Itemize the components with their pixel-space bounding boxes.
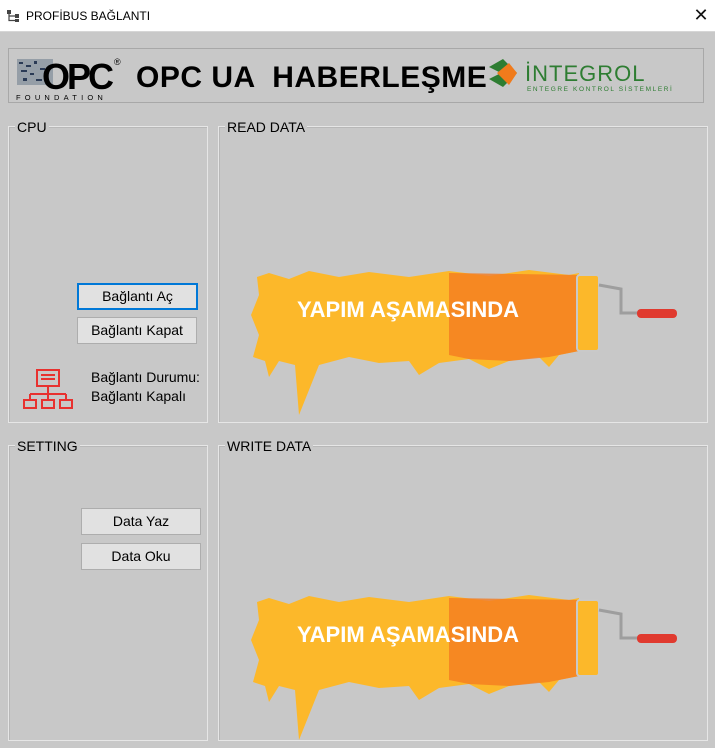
opc-logo-text: OPC xyxy=(42,56,114,97)
integrol-logo-text: İNTEGROL xyxy=(525,61,645,86)
connection-status: Bağlantı Durumu: Bağlantı Kapalı xyxy=(91,368,200,406)
page-title: OPC UA HABERLEŞME xyxy=(136,61,488,94)
cpu-legend: CPU xyxy=(15,119,49,135)
read-data-legend: READ DATA xyxy=(225,119,308,135)
under-construction-banner-read: YAPIM AŞAMASINDA xyxy=(251,270,677,415)
setting-legend: SETTING xyxy=(15,438,80,454)
title-bar: PROFİBUS BAĞLANTI ✕ xyxy=(0,0,715,32)
banner-write-text: YAPIM AŞAMASINDA xyxy=(297,622,519,647)
window-title: PROFİBUS BAĞLANTI xyxy=(26,9,151,23)
banner-read-text: YAPIM AŞAMASINDA xyxy=(297,297,519,322)
read-data-button[interactable]: Data Oku xyxy=(81,543,201,570)
close-icon[interactable]: ✕ xyxy=(693,6,709,24)
opc-logo-sub: FOUNDATION xyxy=(16,93,107,101)
opc-foundation-logo: OPC ® FOUNDATION xyxy=(16,56,121,101)
write-data-legend: WRITE DATA xyxy=(225,438,314,454)
network-status-icon xyxy=(23,369,73,409)
disconnect-button[interactable]: Bağlantı Kapat xyxy=(77,317,197,344)
status-label: Bağlantı Durumu: xyxy=(91,369,200,385)
integrol-logo: İNTEGROL ENTEGRE KONTROL SİSTEMLERİ xyxy=(489,59,673,93)
integrol-logo-sub: ENTEGRE KONTROL SİSTEMLERİ xyxy=(527,84,673,93)
header-panel: OPC ® FOUNDATION OPC UA HABERLEŞME İNTEG… xyxy=(8,48,704,103)
write-data-button[interactable]: Data Yaz xyxy=(81,508,201,535)
status-value: Bağlantı Kapalı xyxy=(91,388,186,404)
network-tree-icon xyxy=(7,10,19,22)
setting-group: SETTING xyxy=(8,438,208,741)
opc-logo-reg: ® xyxy=(114,57,121,67)
under-construction-banner-write: YAPIM AŞAMASINDA xyxy=(251,595,677,740)
connect-button[interactable]: Bağlantı Aç xyxy=(77,283,198,310)
